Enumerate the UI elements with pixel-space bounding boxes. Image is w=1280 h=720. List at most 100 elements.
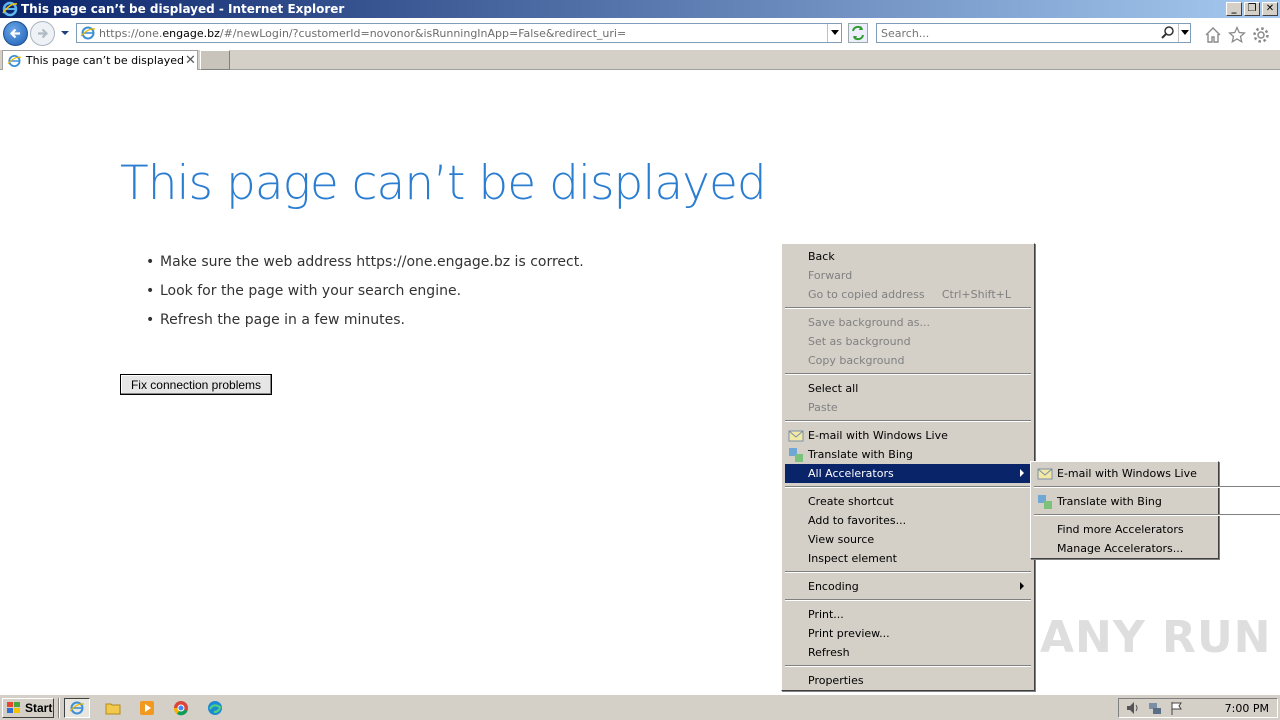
list-item: • Make sure the web address https://one.e… (146, 254, 584, 270)
chevron-down-icon (1180, 30, 1189, 35)
search-icon[interactable] (1160, 25, 1176, 41)
action-center-flag-icon[interactable] (1169, 700, 1185, 716)
menu-item-go-to-copied-address[interactable]: Go to copied address Ctrl+Shift+L (785, 285, 1031, 304)
volume-icon[interactable] (1125, 700, 1141, 716)
menu-item-email-windows-live[interactable]: E-mail with Windows Live (785, 426, 1031, 445)
menu-separator (785, 665, 1031, 667)
menu-separator (785, 571, 1031, 573)
taskbar-chrome[interactable] (168, 698, 194, 718)
menu-item-paste[interactable]: Paste (785, 398, 1031, 417)
new-tab-button[interactable] (200, 50, 230, 70)
menu-item-add-to-favorites[interactable]: Add to favorites... (785, 511, 1031, 530)
translate-accelerator-icon (1038, 495, 1052, 509)
taskbar-internet-explorer[interactable] (64, 698, 90, 718)
accelerators-submenu: E-mail with Windows Live Translate with … (1030, 461, 1280, 559)
submenu-item-find-more-accelerators[interactable]: Find more Accelerators (1034, 520, 1215, 539)
address-dropdown-button[interactable] (827, 24, 841, 42)
taskbar-separator (58, 698, 60, 718)
system-tray: 7:00 PM (1118, 698, 1278, 718)
taskbar-edge[interactable] (202, 698, 228, 718)
menu-separator (785, 420, 1031, 422)
restore-button[interactable]: ❐ (1244, 2, 1260, 16)
menu-separator (785, 486, 1031, 488)
internet-explorer-icon (69, 701, 85, 715)
menu-item-all-accelerators[interactable]: All Accelerators (785, 464, 1031, 483)
menu-item-refresh[interactable]: Refresh (785, 643, 1031, 662)
media-player-icon (140, 701, 154, 715)
window-title: This page can’t be displayed - Internet … (21, 2, 345, 16)
edge-icon (208, 701, 222, 715)
submenu-item-manage-accelerators[interactable]: Manage Accelerators... (1034, 539, 1215, 558)
home-icon[interactable] (1204, 26, 1222, 44)
menu-item-print-preview[interactable]: Print preview... (785, 624, 1031, 643)
translate-accelerator-icon (789, 448, 803, 462)
tab-label: This page can’t be displayed (25, 54, 184, 67)
shortcut-text: Ctrl+Shift+L (941, 288, 1011, 301)
recent-pages-dropdown-icon[interactable] (59, 27, 71, 39)
compatibility-refresh-button[interactable] (848, 23, 868, 43)
forward-arrow-icon (38, 28, 49, 39)
menu-item-translate-bing[interactable]: Translate with Bing (785, 445, 1031, 464)
fix-connection-button[interactable]: Fix connection problems (120, 374, 272, 395)
menu-item-print[interactable]: Print... (785, 605, 1031, 624)
minimize-button[interactable]: _ (1226, 2, 1242, 16)
gear-icon[interactable] (1252, 26, 1270, 44)
list-item: • Refresh the page in a few minutes. (146, 312, 405, 328)
menu-item-encoding[interactable]: Encoding (785, 577, 1031, 596)
submenu-item-translate-bing[interactable]: Translate with Bing (1034, 492, 1215, 511)
back-arrow-icon (9, 28, 20, 39)
favorites-star-icon[interactable] (1228, 26, 1246, 44)
email-accelerator-icon (788, 430, 804, 442)
internet-explorer-icon (7, 54, 22, 67)
search-box[interactable] (876, 23, 1191, 43)
url-domain: engage.bz (162, 26, 220, 40)
title-bar: This page can’t be displayed - Internet … (0, 0, 1280, 18)
menu-item-inspect-element[interactable]: Inspect element (785, 549, 1031, 568)
list-item: • Look for the page with your search engi… (146, 283, 462, 299)
error-heading: This page can’t be displayed (120, 156, 767, 211)
menu-item-select-all[interactable]: Select all (785, 379, 1031, 398)
page-icon (80, 26, 96, 40)
submenu-arrow-icon (1020, 469, 1024, 477)
taskbar-media-player[interactable] (134, 698, 160, 718)
start-button[interactable]: Start (2, 698, 54, 718)
menu-item-forward[interactable]: Forward (785, 266, 1031, 285)
menu-separator (1034, 486, 1280, 488)
context-menu: Back Forward Go to copied address Ctrl+Sh… (781, 243, 1035, 691)
menu-item-create-shortcut[interactable]: Create shortcut (785, 492, 1031, 511)
close-button[interactable]: ✕ (1262, 2, 1278, 16)
internet-explorer-icon (2, 1, 18, 17)
menu-item-copy-background[interactable]: Copy background (785, 351, 1031, 370)
clock[interactable]: 7:00 PM (1225, 702, 1269, 715)
submenu-item-email-windows-live[interactable]: E-mail with Windows Live (1034, 464, 1215, 483)
network-icon[interactable] (1147, 700, 1163, 716)
menu-item-properties[interactable]: Properties (785, 671, 1031, 690)
forward-button[interactable] (30, 21, 55, 46)
tab-bar: This page can’t be displayed ✕ (0, 50, 1280, 70)
folder-icon (105, 703, 121, 715)
search-input[interactable] (877, 25, 1160, 41)
taskbar-file-explorer[interactable] (100, 698, 126, 718)
windows-logo-icon (7, 702, 20, 713)
menu-item-back[interactable]: Back (785, 247, 1031, 266)
troubleshooting-list: • Make sure the web address https://one.e… (146, 254, 584, 341)
url-path: /#/newLogin/?customerId=novonor&isRunnin… (219, 26, 627, 40)
menu-separator (785, 373, 1031, 375)
refresh-icon (852, 25, 864, 41)
menu-item-view-source[interactable]: View source (785, 530, 1031, 549)
search-dropdown-button[interactable] (1178, 24, 1190, 42)
chevron-down-icon (830, 30, 839, 35)
taskbar: Start 7:00 PM (0, 694, 1280, 720)
address-url[interactable]: https://one.engage.bz/#/newLogin/?custom… (99, 27, 827, 40)
address-bar[interactable]: https://one.engage.bz/#/newLogin/?custom… (76, 23, 842, 43)
back-button[interactable] (3, 21, 28, 46)
tab-close-icon[interactable]: ✕ (184, 53, 197, 68)
anyrun-watermark: ANY RUN (1040, 612, 1272, 663)
tab-current-page[interactable]: This page can’t be displayed ✕ (2, 50, 198, 70)
menu-item-save-background[interactable]: Save background as... (785, 313, 1031, 332)
menu-item-set-background[interactable]: Set as background (785, 332, 1031, 351)
email-accelerator-icon (1037, 468, 1053, 480)
menu-separator (1034, 514, 1280, 516)
url-prefix: https://one. (99, 26, 163, 40)
submenu-arrow-icon (1020, 582, 1024, 590)
